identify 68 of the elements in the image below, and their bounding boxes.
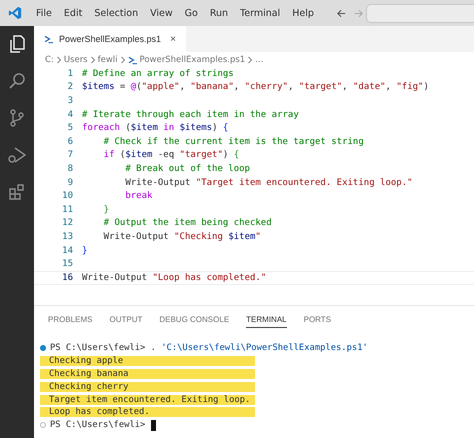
line-number: 15 — [61, 259, 74, 270]
powershell-icon — [128, 56, 138, 64]
close-icon[interactable]: × — [170, 34, 176, 44]
terminal-output: Checking cherry — [40, 382, 255, 392]
line-number: 10 — [61, 191, 74, 202]
run-debug-icon[interactable] — [7, 145, 27, 165]
line-number: 4 — [66, 110, 74, 120]
code-line: # Check if the current item is the target string — [102, 136, 364, 147]
line-number: 5 — [66, 123, 74, 134]
line-number: 13 — [61, 232, 74, 242]
panel-tab[interactable]: TERMINAL — [246, 315, 287, 328]
code-line: Write-Output "Target item encountered. Exiting loop." — [124, 178, 413, 188]
line-number: 9 — [66, 178, 74, 188]
search-icon[interactable] — [7, 71, 27, 91]
menu-item[interactable]: Selection — [88, 8, 144, 18]
breadcrumb-item[interactable]: Users — [64, 55, 88, 65]
breadcrumb-item[interactable]: ... — [255, 55, 264, 65]
menu-item[interactable]: Help — [286, 8, 320, 18]
code-line: # Define an array of strings — [82, 68, 234, 79]
breadcrumb-item[interactable]: fewli — [98, 55, 118, 65]
terminal-output: Checking banana — [40, 368, 255, 379]
code-line: $items = @("apple", "banana", "cherry", "target", "date", "fig") — [82, 82, 429, 92]
code-line: # Break out of the loop — [124, 164, 250, 174]
code-line: break — [124, 191, 152, 202]
panel-tab[interactable]: DEBUG CONSOLE — [159, 315, 230, 328]
app-logo — [8, 6, 22, 20]
code-line: foreach ($item in $items) { — [82, 123, 228, 134]
code-line: # Iterate through each item in the array — [82, 110, 299, 120]
back-arrow-icon[interactable] — [336, 8, 347, 18]
breadcrumb-item[interactable]: PowerShellExamples.ps1 — [140, 55, 246, 65]
line-number: 12 — [61, 218, 74, 228]
code-line: } — [82, 246, 88, 256]
line-number: 14 — [61, 246, 74, 256]
line-number: 11 — [61, 204, 74, 215]
menu-item[interactable]: Terminal — [234, 8, 286, 18]
code-line: # Output the item being checked — [102, 218, 272, 228]
terminal-output: Target item encountered. Exiting loop. — [40, 394, 255, 405]
menu-item[interactable]: Go — [178, 8, 204, 18]
chevron-right-icon — [90, 56, 96, 64]
chevron-right-icon — [247, 56, 254, 64]
code-line: if ($item -eq "target") { — [102, 150, 240, 160]
terminal-line: PS C:\Users\fewli> — [50, 420, 146, 430]
menu-item[interactable]: Edit — [58, 8, 88, 18]
code-line: Write-Output "Loop has completed." — [82, 272, 266, 283]
panel-tab[interactable]: OUTPUT — [109, 315, 142, 328]
line-number: 6 — [66, 136, 74, 147]
chevron-right-icon — [120, 56, 126, 64]
terminal-output: Checking apple — [40, 356, 255, 366]
menu-item[interactable]: File — [30, 8, 58, 18]
breadcrumb-item[interactable]: C: — [45, 55, 54, 65]
line-number: 7 — [66, 150, 74, 160]
panel-tab[interactable]: PORTS — [304, 315, 332, 328]
editor-tab[interactable]: PowerShellExamples.ps1 × — [34, 26, 186, 52]
terminal-output: Loop has completed. — [40, 407, 255, 418]
line-number: 8 — [66, 164, 74, 174]
code-line: Write-Output "Checking $item" — [102, 232, 261, 242]
line-number: 2 — [66, 82, 74, 92]
command-search-field[interactable] — [366, 4, 474, 22]
terminal-line: PS C:\Users\fewli> . 'C:\Users\fewli\PowerShellExamples.ps1' — [50, 343, 368, 354]
powershell-icon — [44, 34, 54, 44]
line-number: 16 — [61, 272, 74, 283]
chevron-right-icon — [56, 56, 62, 64]
menu-item[interactable]: Run — [204, 8, 234, 18]
menu-item[interactable]: View — [144, 8, 179, 18]
line-number: 1 — [66, 68, 74, 79]
panel-tab[interactable]: PROBLEMS — [48, 315, 92, 328]
line-number: 3 — [66, 96, 74, 106]
code-line: } — [102, 204, 110, 215]
